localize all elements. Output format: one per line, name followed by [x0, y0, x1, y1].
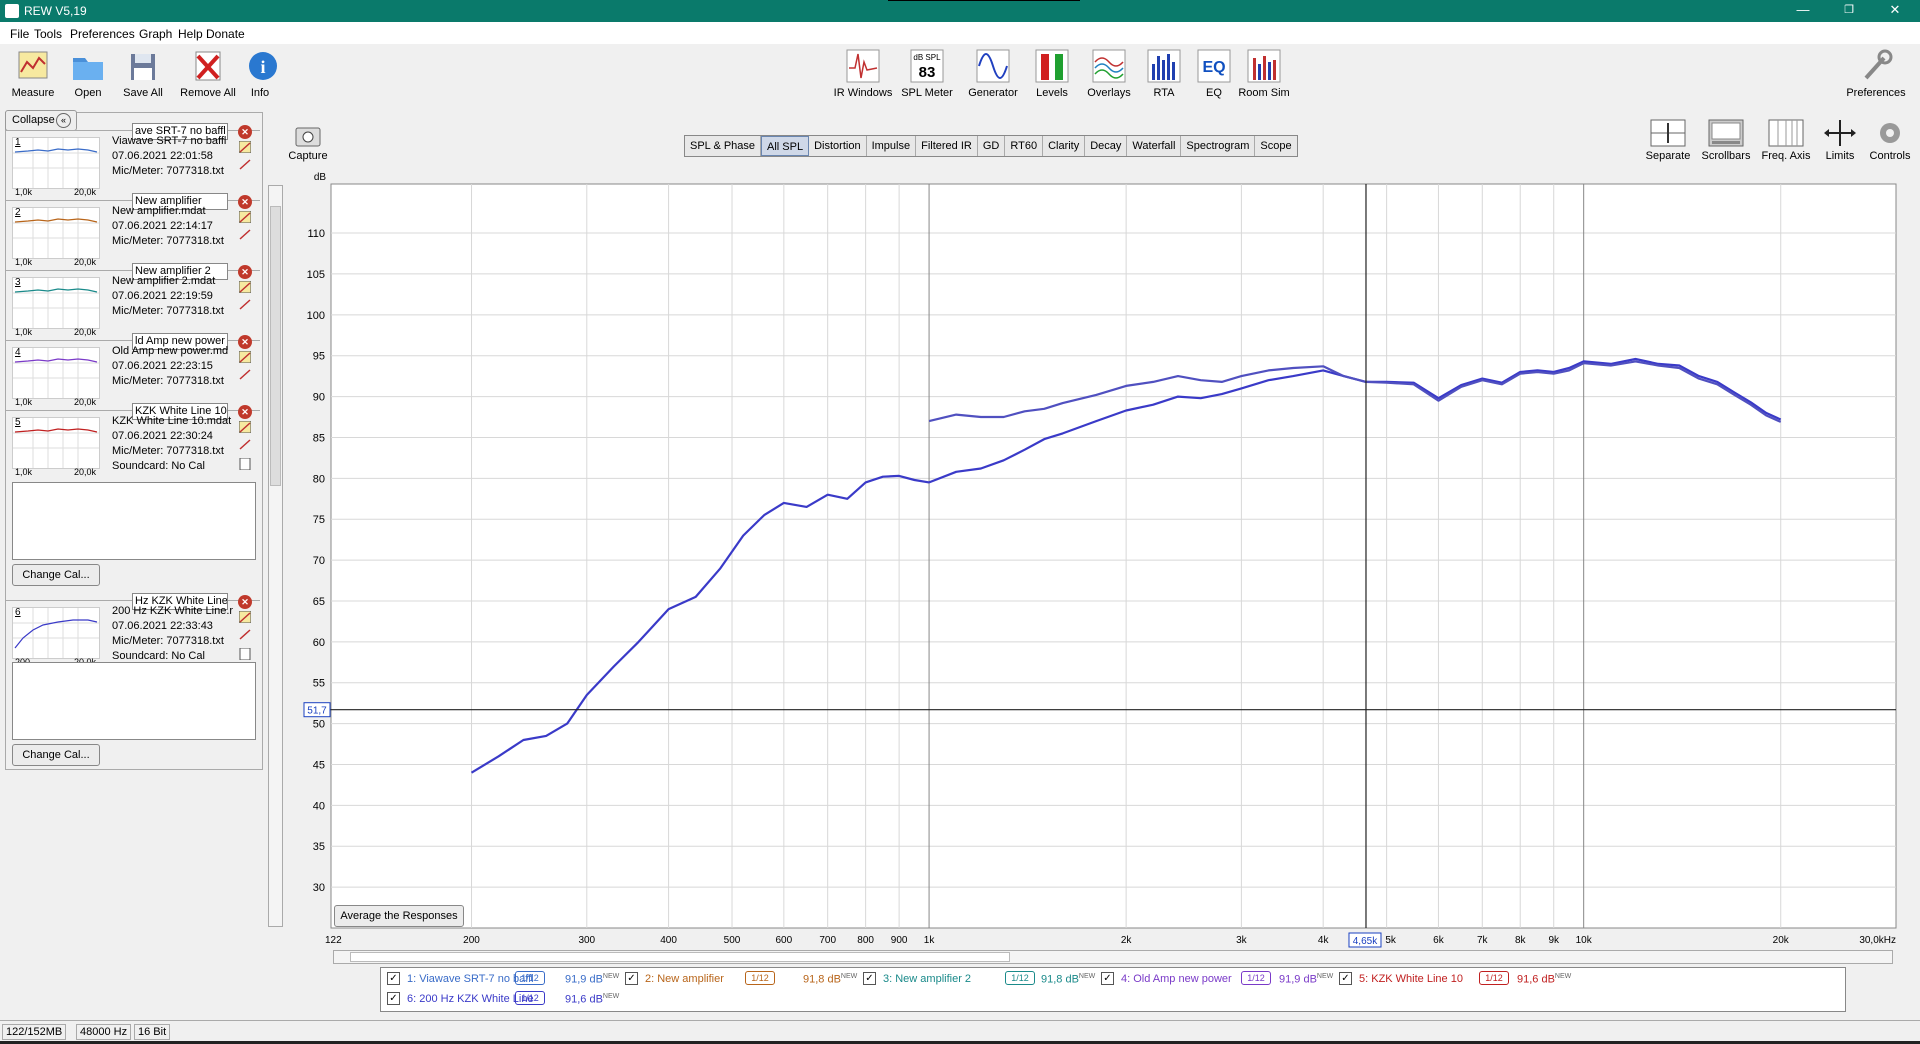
legend-trace-name: 4: Old Amp new power [1121, 973, 1232, 985]
x-tick-label: 10k [1576, 935, 1593, 946]
x-tick-label: 5k [1385, 935, 1397, 946]
y-tick-label: 45 [313, 759, 325, 771]
smoothing-indicator[interactable]: 1/12 [1241, 971, 1271, 985]
y-tick-label: 100 [307, 310, 325, 322]
y-tick-label: 35 [313, 841, 325, 853]
legend-trace-name: 3: New amplifier 2 [883, 973, 972, 985]
y-tick-label: 30 [313, 882, 325, 894]
bitdepth-status: 16 Bit [134, 1024, 171, 1040]
cursor-x-readout: 4,65k [1353, 936, 1378, 947]
legend-value-text: 91,9 dB [565, 973, 603, 986]
legend-new-tag: NEW [1078, 973, 1096, 980]
y-tick-label: 65 [313, 596, 325, 608]
legend-trace-value: 91,9 dBNEW [1279, 973, 1333, 986]
legend-item[interactable]: ✓ 3: New amplifier 2 1/12 91,8 dBNEW [863, 971, 1095, 989]
legend-trace-value: 91,9 dBNEW [565, 973, 619, 986]
y-tick-label: 60 [313, 637, 325, 649]
legend-item[interactable]: ✓ 2: New amplifier 1/12 91,8 dBNEW [625, 971, 857, 989]
y-tick-label: 85 [313, 432, 325, 444]
legend-new-tag: NEW [1316, 973, 1334, 980]
legend-trace-value: 91,8 dBNEW [1041, 973, 1095, 986]
legend-item[interactable]: ✓ 5: KZK White Line 10 1/12 91,6 dBNEW [1339, 971, 1571, 989]
y-tick-label: 50 [313, 719, 325, 731]
x-tick-label: 300 [578, 935, 595, 946]
legend-value-text: 91,6 dB [565, 993, 603, 1006]
legend-trace-name: 5: KZK White Line 10 [1359, 973, 1463, 985]
x-tick-label: 122 [325, 935, 342, 946]
legend-new-tag: NEW [1554, 973, 1572, 980]
legend-trace-value: 91,8 dBNEW [803, 973, 857, 986]
y-tick-label: 75 [313, 514, 325, 526]
hscroll-thumb[interactable] [350, 952, 1010, 962]
x-tick-label: 6k [1433, 935, 1445, 946]
y-tick-label: 95 [313, 351, 325, 363]
legend-trace-name: 2: New amplifier [645, 973, 724, 985]
x-tick-label: 900 [891, 935, 908, 946]
legend-trace-value: 91,6 dBNEW [1517, 973, 1571, 986]
legend-item[interactable]: ✓ 4: Old Amp new power 1/12 91,9 dBNEW [1101, 971, 1333, 989]
x-tick-label: 30,0kHz [1859, 935, 1896, 946]
trace-visibility-checkbox[interactable]: ✓ [863, 972, 876, 985]
legend-new-tag: NEW [602, 973, 620, 980]
x-tick-label: 1k [924, 935, 936, 946]
legend-item[interactable]: ✓ 6: 200 Hz KZK White Line 1/12 91,6 dBNEW [387, 991, 619, 1009]
x-tick-label: 3k [1236, 935, 1248, 946]
smoothing-indicator[interactable]: 1/12 [1479, 971, 1509, 985]
y-tick-label: 105 [307, 269, 325, 281]
smoothing-indicator[interactable]: 1/12 [1005, 971, 1035, 985]
x-tick-label: 600 [776, 935, 793, 946]
x-tick-label: 500 [724, 935, 741, 946]
y-tick-label: 80 [313, 473, 325, 485]
legend-value-text: 91,6 dB [1517, 973, 1555, 986]
legend-value-text: 91,8 dB [1041, 973, 1079, 986]
trace-visibility-checkbox[interactable]: ✓ [387, 992, 400, 1005]
cursor-y-readout: 51,7 [307, 706, 327, 717]
smoothing-indicator[interactable]: 1/12 [745, 971, 775, 985]
trace-visibility-checkbox[interactable]: ✓ [625, 972, 638, 985]
legend-new-tag: NEW [840, 973, 858, 980]
x-tick-label: 200 [463, 935, 480, 946]
x-tick-label: 9k [1548, 935, 1560, 946]
y-tick-label: 55 [313, 678, 325, 690]
y-axis-unit: dB [314, 172, 327, 183]
x-tick-label: 400 [660, 935, 677, 946]
y-tick-label: 40 [313, 800, 325, 812]
x-tick-label: 2k [1121, 935, 1133, 946]
x-tick-label: 700 [819, 935, 836, 946]
x-tick-label: 8k [1515, 935, 1527, 946]
y-tick-label: 90 [313, 392, 325, 404]
trace-visibility-checkbox[interactable]: ✓ [1339, 972, 1352, 985]
legend-item[interactable]: ✓ 1: Viawave SRT-7 no baffl 1/12 91,9 dBNEW [387, 971, 619, 989]
x-tick-label: 20k [1773, 935, 1790, 946]
spl-graph[interactable]: 30 35 40 45 50 55 60 65 70 75 80 85 90 95 100 105 110 dB 1… [0, 0, 1920, 1000]
plot-area[interactable] [330, 183, 1897, 929]
legend-new-tag: NEW [602, 993, 620, 1000]
status-bar: 122/152MB 48000 Hz 16 Bit [0, 1020, 1920, 1042]
average-responses-button[interactable]: Average the Responses [334, 905, 464, 927]
legend-value-text: 91,8 dB [803, 973, 841, 986]
legend-value-text: 91,9 dB [1279, 973, 1317, 986]
trace-visibility-checkbox[interactable]: ✓ [1101, 972, 1114, 985]
graph-hscrollbar[interactable] [333, 950, 1893, 964]
y-tick-label: 110 [307, 228, 325, 240]
x-tick-label: 7k [1477, 935, 1489, 946]
memory-status: 122/152MB [2, 1024, 67, 1040]
x-tick-label: 800 [857, 935, 874, 946]
y-tick-label: 70 [313, 555, 325, 567]
samplerate-status: 48000 Hz [76, 1024, 132, 1040]
trace-legend: ✓ 1: Viawave SRT-7 no baffl 1/12 91,9 dBNEW… [380, 967, 1846, 1012]
smoothing-indicator[interactable]: 1/12 [515, 991, 545, 1005]
legend-trace-value: 91,6 dBNEW [565, 993, 619, 1006]
x-tick-label: 4k [1318, 935, 1330, 946]
smoothing-indicator[interactable]: 1/12 [515, 971, 545, 985]
trace-visibility-checkbox[interactable]: ✓ [387, 972, 400, 985]
